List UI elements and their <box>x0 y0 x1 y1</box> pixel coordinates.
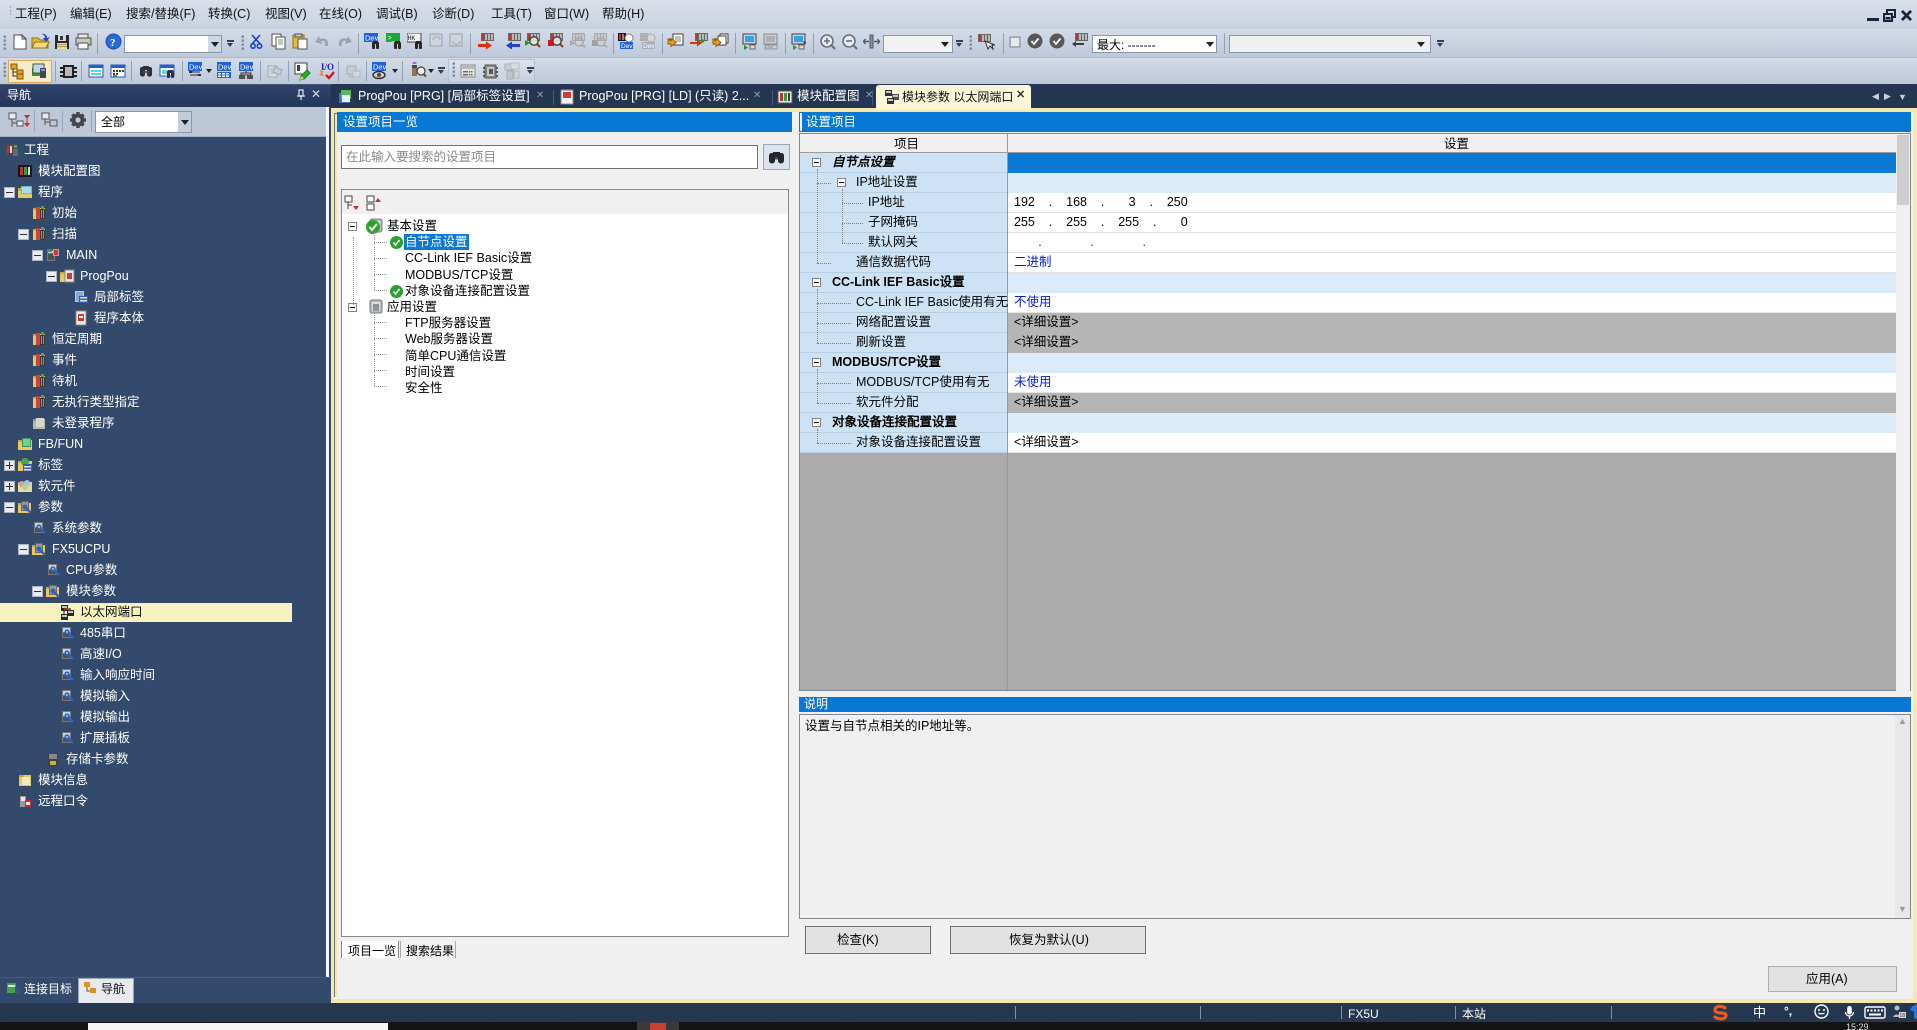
svg-text:Dev: Dev <box>621 43 633 50</box>
svg-text:I/O: I/O <box>321 62 334 72</box>
svg-text:HK: HK <box>408 35 416 42</box>
svg-text:Dev: Dev <box>240 63 254 72</box>
svg-text:Dev: Dev <box>218 63 232 72</box>
svg-text:Dev: Dev <box>373 63 387 72</box>
svg-text:>_: >_ <box>388 35 396 42</box>
svg-text:Dev: Dev <box>189 63 203 72</box>
svg-text:Dev: Dev <box>643 43 655 50</box>
svg-text:?: ? <box>110 37 116 49</box>
svg-text:18: 18 <box>1900 1013 1906 1019</box>
